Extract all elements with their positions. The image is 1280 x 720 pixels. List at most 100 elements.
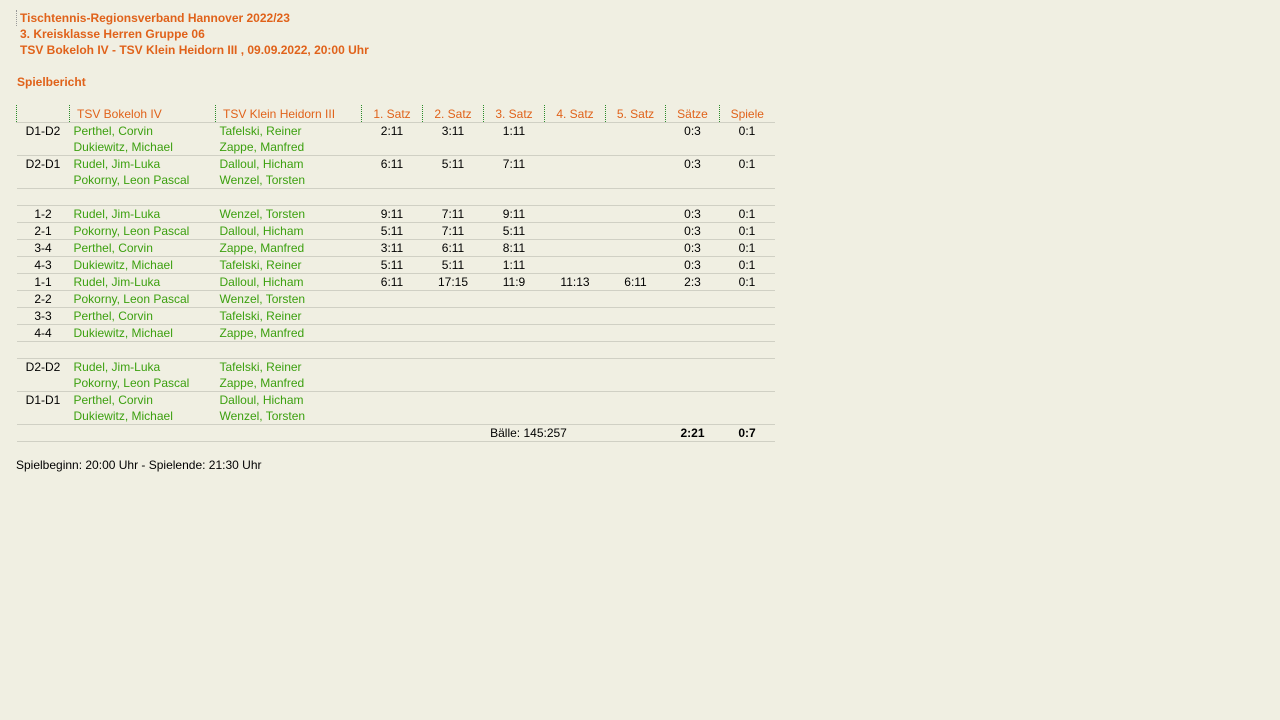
pairing-label: 1-1 (16, 273, 70, 291)
set-score: 5:11 (441, 157, 465, 171)
pairing-label: 2-1 (16, 222, 70, 240)
set-score: 7:11 (422, 205, 484, 223)
sets-result: 0:3 (665, 256, 720, 274)
home-player: Dukiewitz, Michael (69, 408, 216, 425)
games-result (719, 307, 775, 325)
sets-result (665, 324, 720, 342)
empty-cell (16, 341, 70, 359)
sets-result (665, 307, 720, 325)
set-score (544, 239, 606, 257)
set-score (544, 290, 606, 308)
home-player: Dukiewitz, Michael (69, 139, 216, 156)
set-score: 7:11 (502, 157, 526, 171)
empty-cell (544, 188, 606, 206)
pairing-label: 2-2 (16, 290, 70, 308)
totals-row: Bälle: 145:257 2:21 0:7 (16, 424, 775, 442)
set-score: 7:11 (422, 222, 484, 240)
empty-cell (544, 341, 606, 359)
empty-cell (483, 408, 545, 425)
empty-cell (16, 408, 70, 425)
empty-cell (16, 139, 70, 156)
set-score (484, 359, 545, 376)
empty-cell (544, 408, 606, 425)
empty-cell (605, 172, 666, 189)
games-result (720, 359, 775, 376)
away-player: Zappe, Manfred (215, 139, 362, 156)
set-score (605, 222, 666, 240)
match-time-footer: Spielbeginn: 20:00 Uhr - Spielende: 21:3… (16, 458, 262, 472)
sets-result (665, 290, 720, 308)
empty-cell (719, 139, 775, 156)
balls-total: Bälle: 145:257 (361, 424, 666, 442)
set-score: 5:11 (483, 222, 545, 240)
doubles-row-partner: Dukiewitz, Michael Wenzel, Torsten (16, 408, 775, 425)
empty-cell (665, 341, 720, 359)
set-score: 3:11 (361, 239, 423, 257)
sets-result: 0:3 (684, 157, 701, 171)
empty-cell (544, 139, 606, 156)
col-set5: 5. Satz (605, 105, 666, 123)
empty-cell (605, 139, 666, 156)
set-score (545, 392, 606, 409)
away-player: Tafelski, Reiner (219, 360, 302, 374)
empty-cell (361, 172, 423, 189)
col-set3: 3. Satz (483, 105, 545, 123)
empty-cell (483, 375, 545, 392)
pairing-label: 3-4 (16, 239, 70, 257)
empty-cell (69, 424, 216, 442)
set-score (362, 392, 423, 409)
away-player: Dalloul, Hicham (219, 393, 304, 407)
games-result: 0:1 (719, 222, 775, 240)
sets-total: 2:21 (665, 424, 720, 442)
games-total: 0:7 (719, 424, 775, 442)
empty-cell (361, 375, 423, 392)
empty-cell (719, 172, 775, 189)
col-set1: 1. Satz (361, 105, 423, 123)
away-player: Tafelski, Reiner (219, 124, 302, 138)
away-player: Dalloul, Hicham (215, 222, 362, 240)
home-player: Dukiewitz, Michael (69, 324, 216, 342)
set-score: 5:11 (361, 222, 423, 240)
set-score: 6:11 (605, 273, 666, 291)
home-player: Pokorny, Leon Pascal (69, 290, 216, 308)
doubles-row-partner: Pokorny, Leon Pascal Wenzel, Torsten (16, 172, 775, 189)
col-sets: Sätze (665, 105, 720, 123)
set-score: 11:13 (544, 273, 606, 291)
singles-row: 2-1 Pokorny, Leon Pascal Dalloul, Hicham 5:… (16, 222, 775, 240)
pairing-label: D1-D2 (25, 124, 61, 138)
home-player: Dukiewitz, Michael (69, 256, 216, 274)
pairing-label: D2-D2 (25, 360, 61, 374)
set-score (606, 123, 666, 140)
doubles-row-partner: Dukiewitz, Michael Zappe, Manfred (16, 139, 775, 156)
col-set2: 2. Satz (422, 105, 484, 123)
set-score (361, 324, 423, 342)
empty-cell (422, 408, 484, 425)
match-title: TSV Bokeloh IV - TSV Klein Heidorn III ,… (20, 43, 369, 57)
doubles-row: D1-D1 Perthel, Corvin Dalloul, Hicham (17, 392, 775, 409)
empty-cell (16, 424, 70, 442)
set-score (423, 359, 484, 376)
home-player: Perthel, Corvin (69, 307, 216, 325)
empty-cell (422, 188, 484, 206)
set-score (484, 392, 545, 409)
games-result: 0:1 (719, 273, 775, 291)
empty-cell (665, 375, 720, 392)
empty-cell (422, 341, 484, 359)
empty-cell (665, 408, 720, 425)
col-pair (16, 105, 70, 123)
set-score (483, 307, 545, 325)
pairing-label: D2-D1 (25, 157, 61, 171)
away-player: Dalloul, Hicham (219, 157, 304, 171)
table-body: D1-D2 Perthel, Corvin Tafelski, Reiner 2:11… (16, 123, 775, 442)
away-player: Dalloul, Hicham (215, 273, 362, 291)
set-score: 1:11 (483, 256, 545, 274)
games-result (720, 392, 775, 409)
games-result (719, 290, 775, 308)
empty-cell (483, 139, 545, 156)
set-score (361, 307, 423, 325)
set-score (544, 307, 606, 325)
games-result: 0:1 (719, 256, 775, 274)
away-player: Zappe, Manfred (215, 239, 362, 257)
doubles-row-partner: Pokorny, Leon Pascal Zappe, Manfred (16, 375, 775, 392)
set-score (544, 324, 606, 342)
